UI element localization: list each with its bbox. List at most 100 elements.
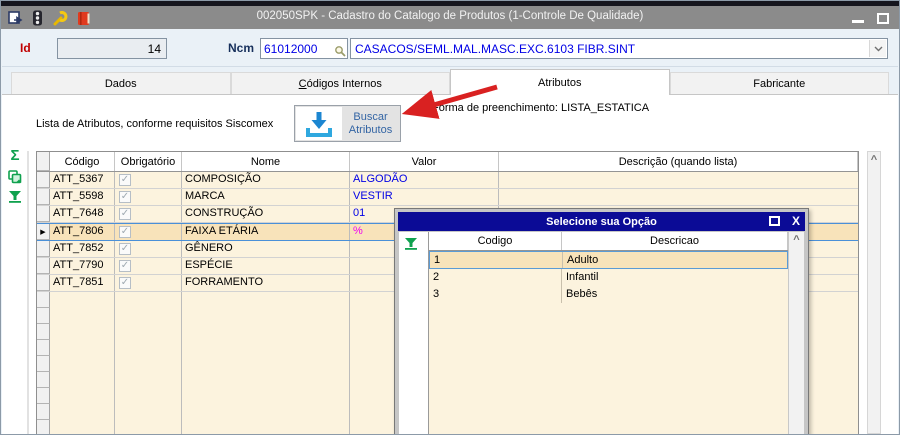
table-row[interactable]: ATT_5367 ✓ COMPOSIÇÃO ALGODÃO [37, 172, 858, 189]
empty-cell[interactable] [115, 340, 182, 356]
column-header[interactable]: Descricao [562, 232, 788, 250]
ncm-description-combobox[interactable]: CASACOS/SEML.MAL.MASC.EXC.6103 FIBR.SINT [350, 38, 888, 59]
cell-valor[interactable]: ALGODÃO [350, 172, 499, 188]
cell-descricao[interactable]: Infantil [562, 269, 788, 286]
cell-nome[interactable]: MARCA [182, 189, 350, 205]
empty-cell[interactable] [115, 308, 182, 324]
cell-obrigatorio[interactable]: ✓ [115, 224, 182, 240]
empty-cell[interactable] [182, 356, 350, 372]
cell-nome[interactable]: FORRAMENTO [182, 275, 350, 291]
maximize-button[interactable] [877, 12, 889, 24]
option-dialog: Selecione sua Opção X Codigo Descricao 1A… [394, 208, 809, 434]
cell-descricao[interactable] [499, 189, 858, 205]
cell-codigo[interactable]: ATT_5598 [50, 189, 115, 205]
cell-obrigatorio[interactable]: ✓ [115, 258, 182, 274]
cell-codigo[interactable]: ATT_7790 [50, 258, 115, 274]
empty-cell[interactable] [115, 420, 182, 434]
minimize-button[interactable] [852, 19, 864, 23]
cell-codigo[interactable]: 3 [429, 286, 562, 303]
dialog-close-icon[interactable]: X [792, 215, 800, 227]
empty-cell[interactable] [50, 372, 115, 388]
column-header[interactable]: Valor [350, 152, 499, 171]
column-header[interactable]: Nome [182, 152, 350, 171]
empty-cell[interactable] [115, 292, 182, 308]
filter-icon[interactable] [404, 238, 418, 253]
empty-cell[interactable] [50, 388, 115, 404]
empty-cell[interactable] [182, 324, 350, 340]
column-header[interactable]: Obrigatório [115, 152, 182, 171]
empty-cell[interactable] [50, 404, 115, 420]
table-row[interactable]: ATT_5598 ✓ MARCA VESTIR [37, 189, 858, 206]
empty-cell[interactable] [50, 356, 115, 372]
id-field[interactable]: 14 [57, 38, 167, 59]
empty-cell[interactable] [182, 292, 350, 308]
cell-nome[interactable]: ESPÉCIE [182, 258, 350, 274]
empty-cell[interactable] [115, 324, 182, 340]
tab-códigos-internos[interactable]: Códigos Internos [230, 72, 450, 94]
cell-codigo[interactable]: ATT_7806 [50, 224, 115, 240]
cell-nome[interactable]: GÊNERO [182, 241, 350, 257]
cell-descricao[interactable]: Bebês [562, 286, 788, 303]
cell-codigo[interactable]: ATT_5367 [50, 172, 115, 188]
empty-cell[interactable] [50, 308, 115, 324]
column-header[interactable]: Descrição (quando lista) [499, 152, 858, 171]
cell-obrigatorio[interactable]: ✓ [115, 206, 182, 222]
empty-cell[interactable] [50, 340, 115, 356]
cell-obrigatorio[interactable]: ✓ [115, 241, 182, 257]
empty-cell[interactable] [182, 308, 350, 324]
empty-cell[interactable] [50, 292, 115, 308]
dialog-title: Selecione sua Opção [546, 215, 657, 228]
cell-nome[interactable]: CONSTRUÇÃO [182, 206, 350, 222]
empty-cell[interactable] [182, 388, 350, 404]
options-grid[interactable]: Codigo Descricao 1 Adulto 2 Infantil 3 Bebês [428, 232, 788, 434]
cell-codigo[interactable]: 2 [429, 269, 562, 286]
cell-codigo[interactable]: ATT_7851 [50, 275, 115, 291]
cell-obrigatorio[interactable]: ✓ [115, 172, 182, 188]
dialog-maximize-button[interactable] [768, 216, 780, 226]
cell-codigo[interactable]: ATT_7852 [50, 241, 115, 257]
row-indicator [37, 388, 50, 404]
empty-cell[interactable] [182, 340, 350, 356]
empty-cell[interactable] [182, 404, 350, 420]
column-header[interactable]: Código [50, 152, 115, 171]
cell-descricao[interactable] [499, 172, 858, 188]
cell-descricao[interactable]: Adulto [563, 252, 787, 268]
empty-cell[interactable] [182, 420, 350, 434]
tab-dados[interactable]: Dados [11, 72, 231, 94]
cell-valor[interactable]: VESTIR [350, 189, 499, 205]
empty-cell[interactable] [182, 372, 350, 388]
ncm-code-field[interactable]: 61012000 [260, 38, 348, 59]
cell-obrigatorio[interactable]: ✓ [115, 189, 182, 205]
scroll-up-icon[interactable]: ^ [868, 152, 880, 167]
buscar-atributos-button[interactable]: Buscar Atributos [294, 105, 401, 142]
empty-cell[interactable] [115, 404, 182, 420]
empty-cell[interactable] [115, 388, 182, 404]
option-row[interactable]: 3 Bebês [429, 286, 788, 303]
column-header[interactable]: Codigo [429, 232, 562, 250]
cell-nome[interactable]: COMPOSIÇÃO [182, 172, 350, 188]
scroll-up-icon[interactable]: ^ [789, 232, 804, 247]
chevron-down-icon [874, 46, 882, 51]
cell-codigo[interactable]: ATT_7648 [50, 206, 115, 222]
cell-obrigatorio[interactable]: ✓ [115, 275, 182, 291]
combo-dropdown-button[interactable] [869, 40, 886, 57]
grid-vertical-scrollbar[interactable]: ^ [867, 151, 881, 434]
dialog-title-bar[interactable]: Selecione sua Opção X [398, 212, 805, 231]
list-caption: Lista de Atributos, conforme requisitos … [36, 118, 274, 130]
option-row[interactable]: 2 Infantil [429, 269, 788, 286]
tab-atributos[interactable]: Atributos [450, 69, 670, 95]
empty-cell[interactable] [50, 420, 115, 434]
copy-export-icon[interactable] [7, 165, 23, 185]
filter-icon[interactable] [8, 185, 22, 203]
sum-icon[interactable]: Σ [10, 147, 19, 165]
dialog-scrollbar[interactable]: ^ [788, 232, 804, 434]
cell-codigo[interactable]: 1 [430, 252, 563, 268]
grid-header: Código Obrigatório Nome Valor Descrição (qua… [37, 152, 858, 172]
cell-nome[interactable]: FAIXA ETÁRIA [182, 224, 350, 240]
empty-cell[interactable] [50, 324, 115, 340]
tab-fabricante[interactable]: Fabricante [669, 72, 889, 94]
ncm-description-value: CASACOS/SEML.MAL.MASC.EXC.6103 FIBR.SINT [355, 42, 636, 56]
option-row[interactable]: 1 Adulto [429, 251, 788, 269]
empty-cell[interactable] [115, 356, 182, 372]
empty-cell[interactable] [115, 372, 182, 388]
